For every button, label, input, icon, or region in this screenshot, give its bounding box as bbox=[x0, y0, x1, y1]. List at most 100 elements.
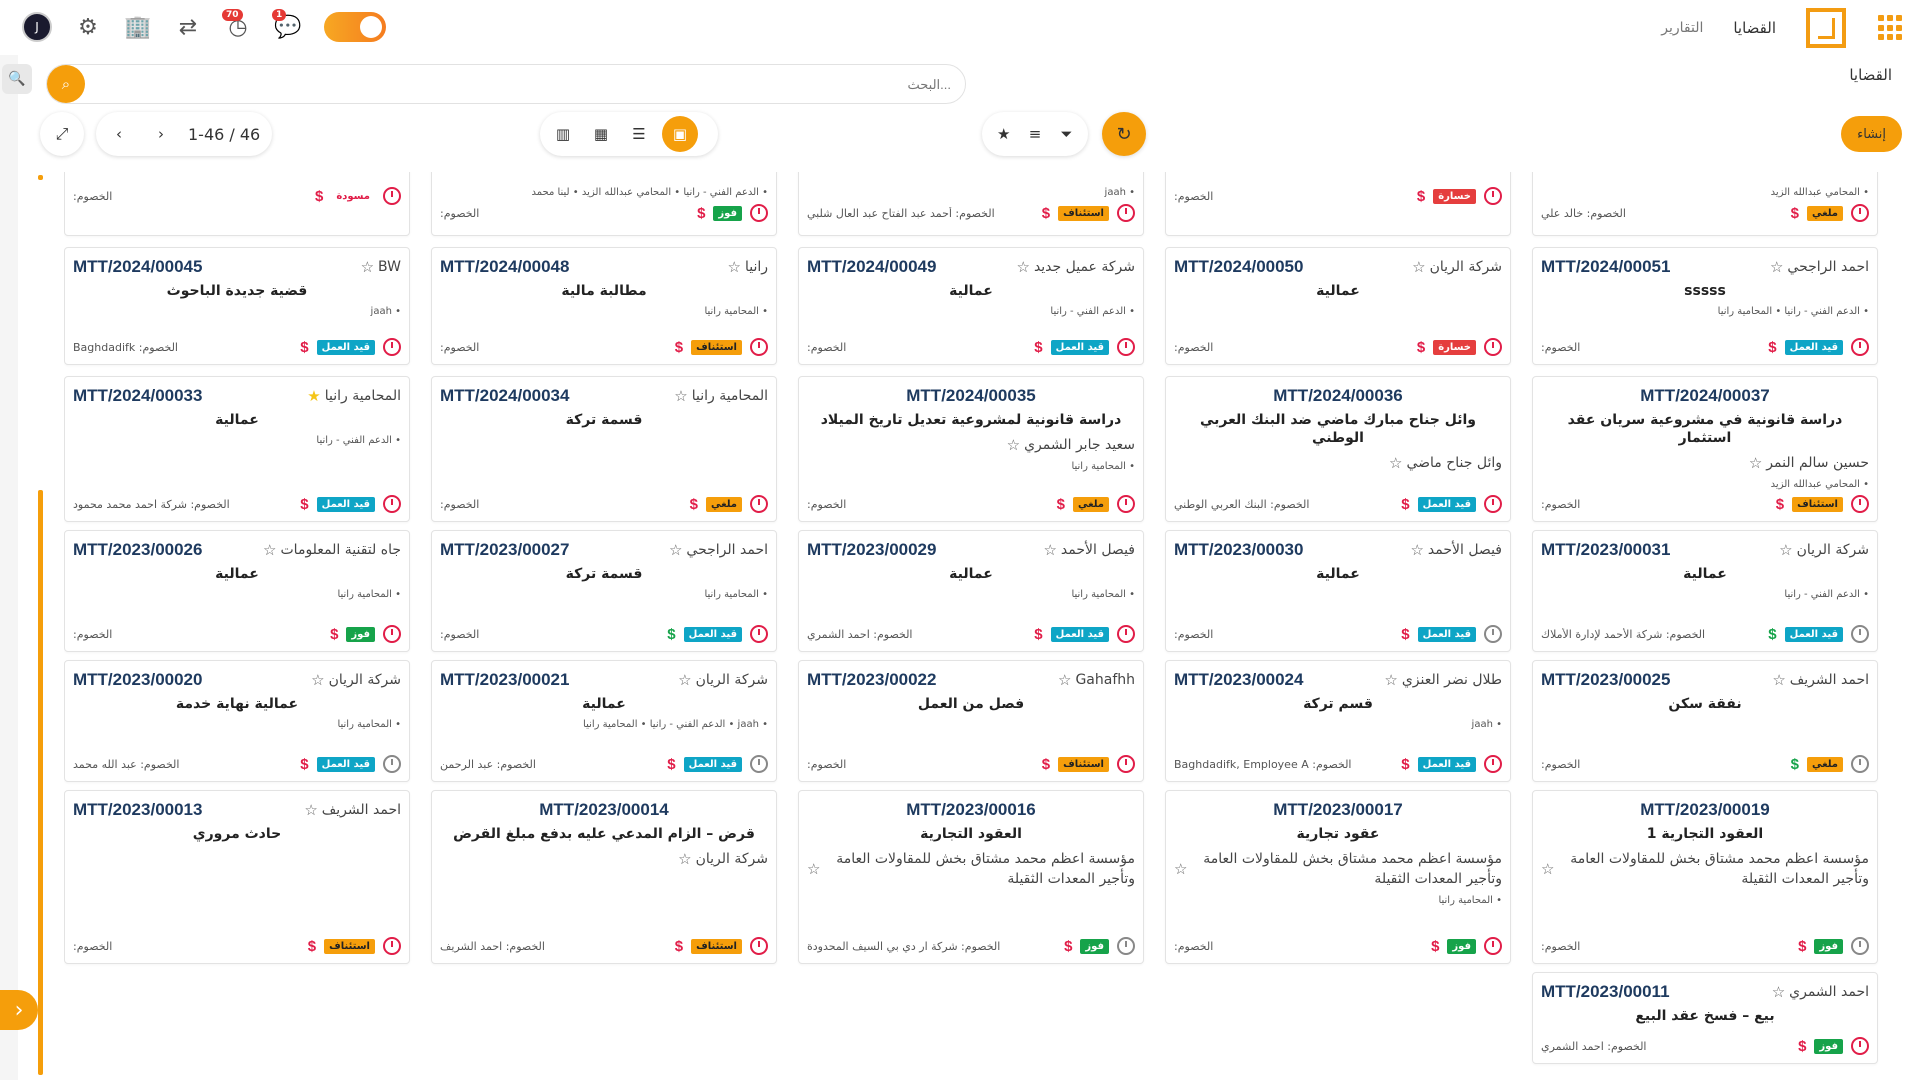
kanban-card[interactable]: MTT/2024/00045 BW ☆ قضية جديدة الباحوث • jaa… bbox=[64, 247, 410, 365]
activity-clock-icon[interactable] bbox=[383, 187, 401, 205]
billing-dollar-icon[interactable]: $ bbox=[1791, 756, 1799, 773]
star-icon[interactable]: ☆ bbox=[1412, 258, 1425, 276]
star-icon[interactable]: ☆ bbox=[1749, 453, 1762, 473]
pager-next-icon[interactable]: › bbox=[146, 119, 176, 149]
star-icon[interactable]: ☆ bbox=[311, 671, 324, 689]
activity-clock-icon[interactable] bbox=[1851, 204, 1869, 222]
favorites-star-icon[interactable]: ★ bbox=[990, 119, 1017, 149]
activity-clock-icon[interactable] bbox=[750, 937, 768, 955]
billing-dollar-icon[interactable]: $ bbox=[690, 496, 698, 513]
star-icon[interactable]: ☆ bbox=[1389, 453, 1402, 473]
language-icon[interactable]: ⇄ bbox=[174, 13, 202, 41]
billing-dollar-icon[interactable]: $ bbox=[1057, 496, 1065, 513]
kanban-card[interactable]: MTT/2023/00027 احمد الراجحي ☆ قسمة تركة • ال… bbox=[431, 530, 777, 652]
billing-dollar-icon[interactable]: $ bbox=[1791, 205, 1799, 222]
pager-prev-icon[interactable]: ‹ bbox=[104, 119, 134, 149]
kanban-card[interactable]: MTT/2023/00029 فيصل الأحمد ☆ عمالية • المحام… bbox=[798, 530, 1144, 652]
star-icon[interactable]: ☆ bbox=[1043, 541, 1056, 559]
activity-clock-icon[interactable] bbox=[1484, 625, 1502, 643]
billing-dollar-icon[interactable]: $ bbox=[300, 339, 308, 356]
search-input[interactable] bbox=[91, 73, 951, 95]
billing-dollar-icon[interactable]: $ bbox=[697, 205, 705, 222]
kanban-card[interactable]: الخصوم: $ مسودة bbox=[64, 172, 410, 236]
kanban-card[interactable]: MTT/2024/00048 رانيا ☆ مطالبة مالية • المحام… bbox=[431, 247, 777, 365]
activity-clock-icon[interactable] bbox=[1117, 755, 1135, 773]
activity-clock-icon[interactable] bbox=[383, 937, 401, 955]
kanban-card[interactable]: MTT/2023/00022 Gahafhh ☆ فصل من العمل الخصو… bbox=[798, 660, 1144, 782]
pivot-view-icon[interactable]: ▦ bbox=[586, 119, 616, 149]
billing-dollar-icon[interactable]: $ bbox=[315, 188, 323, 205]
kanban-view-icon[interactable]: ▣ bbox=[662, 116, 698, 152]
billing-dollar-icon[interactable]: $ bbox=[1768, 339, 1776, 356]
star-icon[interactable]: ☆ bbox=[1772, 671, 1785, 689]
kanban-card[interactable]: MTT/2023/00030 فيصل الأحمد ☆ عمالية الخصوم:… bbox=[1165, 530, 1511, 652]
fullscreen-icon[interactable]: ⤢ bbox=[40, 112, 84, 156]
activity-clock-icon[interactable] bbox=[750, 495, 768, 513]
nav-cases[interactable]: القضايا bbox=[1733, 19, 1776, 37]
activity-clock-icon[interactable] bbox=[1484, 755, 1502, 773]
pager-value[interactable]: 1-46 / 46 bbox=[188, 125, 260, 144]
star-icon[interactable]: ☆ bbox=[1772, 983, 1785, 1001]
activity-clock-icon[interactable] bbox=[1484, 937, 1502, 955]
star-icon[interactable]: ☆ bbox=[807, 859, 820, 879]
kanban-card[interactable]: MTT/2023/00016 العقود التجارية مؤسسة اعظم … bbox=[798, 790, 1144, 964]
activity-clock-icon[interactable] bbox=[1117, 495, 1135, 513]
activity-clock-icon[interactable] bbox=[1851, 625, 1869, 643]
billing-dollar-icon[interactable]: $ bbox=[1768, 626, 1776, 643]
star-icon[interactable]: ☆ bbox=[361, 258, 374, 276]
activity-clock-icon[interactable] bbox=[1484, 338, 1502, 356]
create-button[interactable]: إنشاء bbox=[1841, 116, 1902, 152]
billing-dollar-icon[interactable]: $ bbox=[1401, 496, 1409, 513]
kanban-card[interactable]: MTT/2024/00049 شركة عميل جديد ☆ عمالية • الد… bbox=[798, 247, 1144, 365]
star-icon[interactable]: ☆ bbox=[678, 849, 691, 869]
billing-dollar-icon[interactable]: $ bbox=[1798, 1038, 1806, 1055]
billing-dollar-icon[interactable]: $ bbox=[667, 756, 675, 773]
activity-clock-icon[interactable] bbox=[1851, 495, 1869, 513]
kanban-card[interactable]: MTT/2023/00026 جاه لتقنية المعلومات ☆ عمالي… bbox=[64, 530, 410, 652]
activity-clock-icon[interactable] bbox=[1484, 187, 1502, 205]
star-icon[interactable]: ☆ bbox=[263, 541, 276, 559]
billing-dollar-icon[interactable]: $ bbox=[675, 938, 683, 955]
billing-dollar-icon[interactable]: $ bbox=[1417, 339, 1425, 356]
scrollbar[interactable] bbox=[38, 490, 43, 1075]
billing-dollar-icon[interactable]: $ bbox=[1417, 188, 1425, 205]
star-icon[interactable]: ☆ bbox=[1384, 671, 1397, 689]
kanban-card[interactable]: MTT/2023/00017 عقود تجارية مؤسسة اعظم محمد… bbox=[1165, 790, 1511, 964]
billing-dollar-icon[interactable]: $ bbox=[1401, 756, 1409, 773]
star-icon[interactable]: ☆ bbox=[669, 541, 682, 559]
building-icon[interactable]: 🏢 bbox=[124, 13, 152, 41]
kanban-card[interactable]: MTT/2024/00037 دراسة قانونية في مشروعية س… bbox=[1532, 376, 1878, 522]
star-icon[interactable]: ☆ bbox=[1007, 435, 1020, 455]
activity-clock-icon[interactable] bbox=[1117, 338, 1135, 356]
filter-icon[interactable]: ⏷ bbox=[1053, 119, 1080, 149]
activity-clock-icon[interactable] bbox=[383, 495, 401, 513]
activity-clock-icon[interactable] bbox=[1851, 937, 1869, 955]
kanban-card[interactable]: MTT/2024/00051 احمد الراجحي ☆ sssss • الدعم … bbox=[1532, 247, 1878, 365]
billing-dollar-icon[interactable]: $ bbox=[667, 626, 675, 643]
search-icon[interactable]: ⌕ bbox=[47, 65, 85, 103]
activity-clock-icon[interactable] bbox=[1851, 1037, 1869, 1055]
activity-clock-icon[interactable] bbox=[1117, 204, 1135, 222]
star-icon[interactable]: ☆ bbox=[1410, 541, 1423, 559]
billing-dollar-icon[interactable]: $ bbox=[1042, 205, 1050, 222]
activity-clock-icon[interactable] bbox=[383, 625, 401, 643]
kanban-card[interactable]: • الدعم الفني - رانيا • المحامي عبدالله … bbox=[431, 172, 777, 236]
activity-clock-icon[interactable]: ◷ 70 bbox=[222, 9, 252, 41]
billing-dollar-icon[interactable]: $ bbox=[1042, 756, 1050, 773]
kanban-card[interactable]: MTT/2023/00020 شركة الريان ☆ عمالية نهاية خ… bbox=[64, 660, 410, 782]
messages-icon[interactable]: 💬 1 bbox=[272, 9, 302, 41]
billing-dollar-icon[interactable]: $ bbox=[1776, 496, 1784, 513]
gear-icon[interactable]: ⚙ bbox=[74, 13, 102, 41]
chevron-right-icon[interactable]: › bbox=[0, 990, 38, 1030]
kanban-card[interactable]: • المحامي عبدالله الزيد الخصوم: خالد علي $… bbox=[1532, 172, 1878, 236]
kanban-card[interactable]: MTT/2023/00014 قرض – الزام المدعي عليه بد… bbox=[431, 790, 777, 964]
activity-clock-icon[interactable] bbox=[1484, 495, 1502, 513]
activity-clock-icon[interactable] bbox=[750, 755, 768, 773]
star-icon[interactable]: ☆ bbox=[1174, 859, 1187, 879]
star-icon[interactable]: ☆ bbox=[1770, 258, 1783, 276]
zoom-icon[interactable]: 🔍 bbox=[2, 64, 32, 94]
billing-dollar-icon[interactable]: $ bbox=[1798, 938, 1806, 955]
billing-dollar-icon[interactable]: $ bbox=[308, 938, 316, 955]
billing-dollar-icon[interactable]: $ bbox=[1401, 626, 1409, 643]
list-view-icon[interactable]: ☰ bbox=[624, 119, 654, 149]
